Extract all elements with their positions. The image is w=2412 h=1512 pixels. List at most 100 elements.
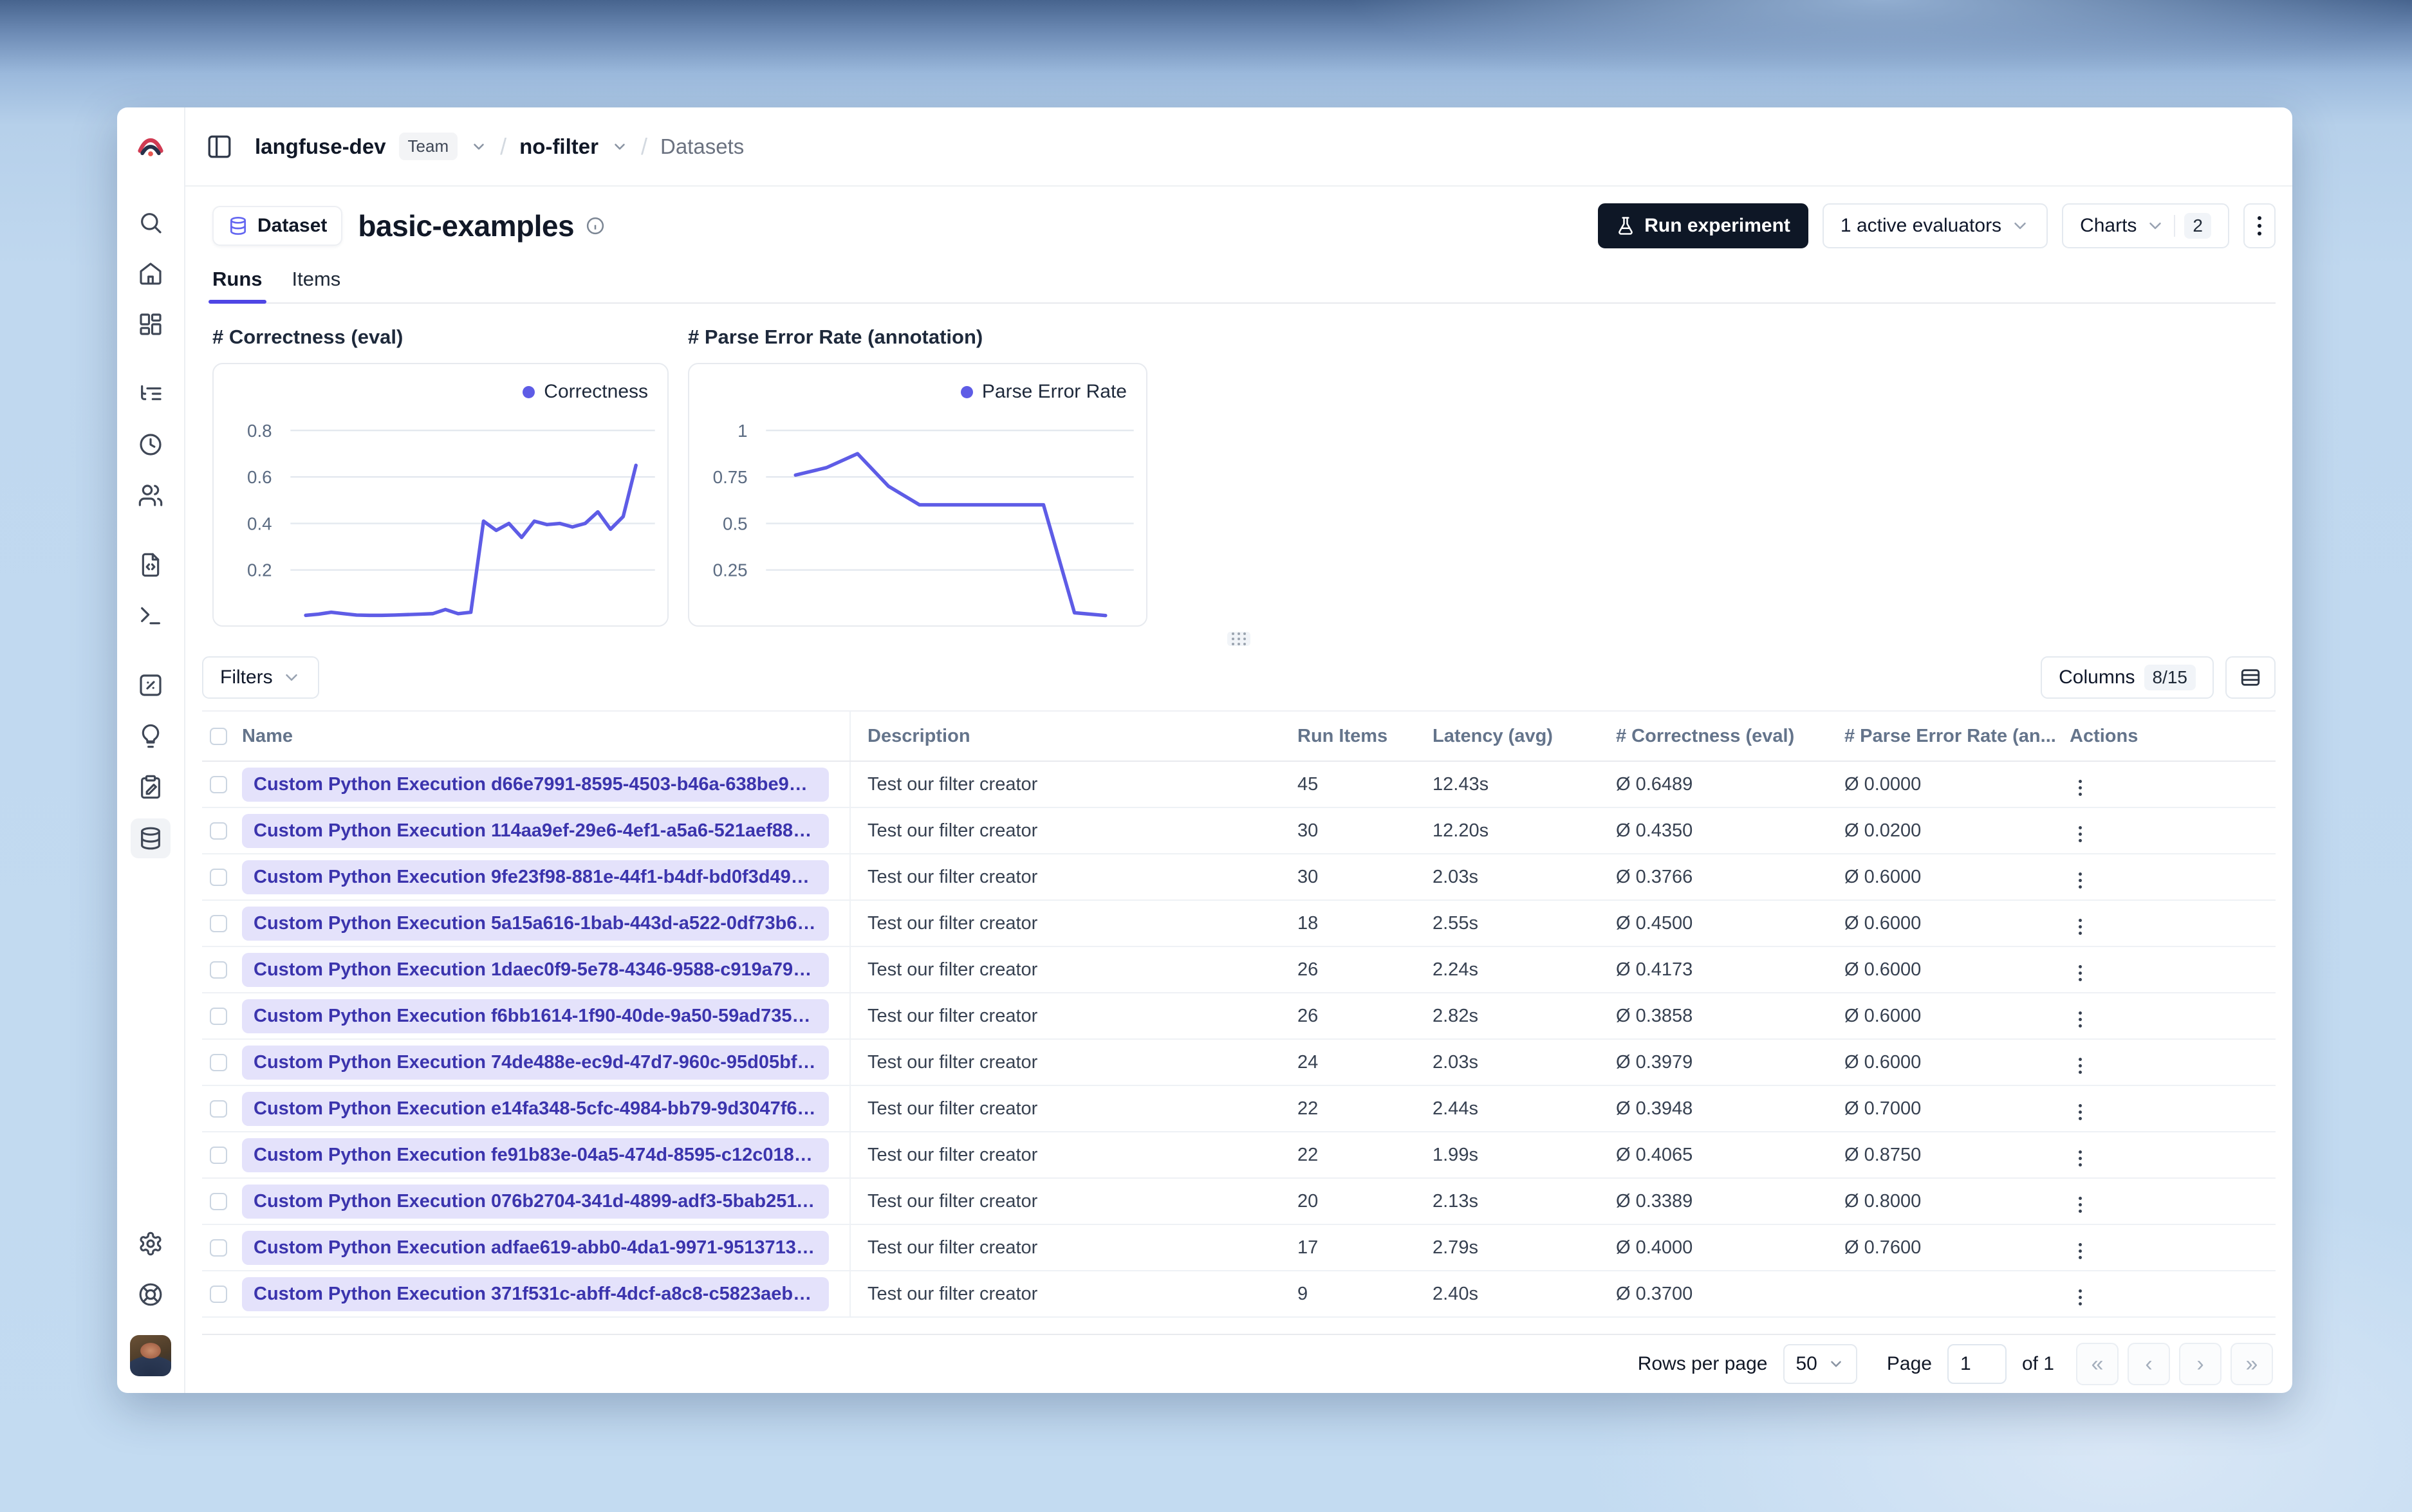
tab-runs[interactable]: Runs xyxy=(209,268,266,304)
row-checkbox[interactable] xyxy=(210,1008,227,1026)
row-actions-kebab-icon[interactable] xyxy=(2070,866,2091,895)
column-header-description[interactable]: Description xyxy=(850,710,1297,762)
rows-per-page-select[interactable]: 50 xyxy=(1783,1344,1857,1384)
sidebar-item-insights[interactable] xyxy=(136,721,165,751)
column-header-latency[interactable]: Latency (avg) xyxy=(1433,710,1616,762)
breadcrumb-project[interactable]: langfuse-dev xyxy=(255,134,386,159)
chart-legend: Correctness xyxy=(523,381,648,403)
sidebar-item-evaluation[interactable] xyxy=(136,670,165,700)
evaluators-label: 1 active evaluators xyxy=(1840,215,2002,236)
sidebar-item-dashboards[interactable] xyxy=(136,309,165,339)
more-actions-button[interactable] xyxy=(2243,203,2276,248)
column-header-correctness[interactable]: # Correctness (eval) xyxy=(1616,710,1844,762)
run-name-link[interactable]: Custom Python Execution 9fe23f98-881e-44… xyxy=(242,860,829,894)
breadcrumb-environment[interactable]: no-filter xyxy=(519,134,598,159)
column-header-run-items[interactable]: Run Items xyxy=(1297,710,1433,762)
row-checkbox[interactable] xyxy=(210,869,227,887)
first-page-button[interactable]: « xyxy=(2076,1343,2119,1385)
run-items-value: 18 xyxy=(1297,900,1433,947)
breadcrumb-section[interactable]: Datasets xyxy=(660,134,744,159)
row-actions-kebab-icon[interactable] xyxy=(2070,820,2091,849)
info-icon[interactable] xyxy=(586,216,605,235)
gear-icon xyxy=(140,1231,162,1256)
run-name-link[interactable]: Custom Python Execution f6bb1614-1f90-40… xyxy=(242,999,829,1033)
row-checkbox[interactable] xyxy=(210,1193,227,1211)
row-height-button[interactable] xyxy=(2225,656,2276,699)
run-parse-error-value: Ø 0.6000 xyxy=(1844,900,2070,947)
dashboard-grid-icon xyxy=(140,313,162,335)
table-row: Custom Python Execution 9fe23f98-881e-44… xyxy=(202,854,2276,901)
run-name-link[interactable]: Custom Python Execution e14fa348-5cfc-49… xyxy=(242,1091,829,1126)
run-correctness-value: Ø 0.4000 xyxy=(1616,1224,1844,1271)
column-header-parse-error[interactable]: # Parse Error Rate (an... xyxy=(1844,710,2070,762)
active-evaluators-button[interactable]: 1 active evaluators xyxy=(1822,203,2048,248)
resize-handle[interactable] xyxy=(1227,632,1250,646)
run-parse-error-value: Ø 0.6000 xyxy=(1844,854,2070,901)
select-all-checkbox[interactable] xyxy=(210,728,227,746)
run-name-link[interactable]: Custom Python Execution 114aa9ef-29e6-4e… xyxy=(242,813,829,848)
home-icon xyxy=(140,263,162,285)
prev-page-button[interactable]: ‹ xyxy=(2128,1343,2170,1385)
row-actions-kebab-icon[interactable] xyxy=(2070,1051,2091,1080)
row-actions-kebab-icon[interactable] xyxy=(2070,1098,2091,1127)
row-actions-kebab-icon[interactable] xyxy=(2070,1237,2091,1266)
tab-items[interactable]: Items xyxy=(292,268,341,302)
charts-count-badge: 2 xyxy=(2184,213,2211,239)
row-actions-kebab-icon[interactable] xyxy=(2070,912,2091,941)
sidebar-rail xyxy=(117,107,185,1393)
row-checkbox[interactable] xyxy=(210,915,227,933)
sidebar-item-users[interactable] xyxy=(136,481,165,510)
langfuse-logo[interactable] xyxy=(136,107,165,187)
run-experiment-button[interactable]: Run experiment xyxy=(1598,203,1808,248)
run-name-link[interactable]: Custom Python Execution fe91b83e-04a5-47… xyxy=(242,1138,829,1172)
column-header-name[interactable]: Name xyxy=(242,710,851,762)
chevron-down-icon[interactable] xyxy=(611,138,628,155)
user-avatar[interactable] xyxy=(130,1335,171,1376)
run-name-link[interactable]: Custom Python Execution 371f531c-abff-4d… xyxy=(242,1277,829,1311)
sidebar-item-playground[interactable] xyxy=(136,601,165,631)
row-checkbox[interactable] xyxy=(210,1239,227,1257)
run-name-link[interactable]: Custom Python Execution 74de488e-ec9d-47… xyxy=(242,1045,829,1080)
row-checkbox[interactable] xyxy=(210,1286,227,1304)
row-checkbox[interactable] xyxy=(210,1147,227,1165)
sidebar-item-support[interactable] xyxy=(136,1280,165,1309)
row-checkbox[interactable] xyxy=(210,776,227,794)
row-checkbox[interactable] xyxy=(210,822,227,840)
row-checkbox[interactable] xyxy=(210,1054,227,1072)
sidebar-item-datasets[interactable] xyxy=(131,818,171,858)
filters-button[interactable]: Filters xyxy=(202,656,319,699)
run-name-link[interactable]: Custom Python Execution adfae619-abb0-4d… xyxy=(242,1230,829,1265)
row-actions-kebab-icon[interactable] xyxy=(2070,1190,2091,1219)
row-checkbox[interactable] xyxy=(210,1100,227,1118)
sidebar-item-home[interactable] xyxy=(136,259,165,288)
sidebar-item-search[interactable] xyxy=(136,208,165,237)
row-actions-kebab-icon[interactable] xyxy=(2070,1144,2091,1173)
run-description: Test our filter creator xyxy=(850,854,1297,901)
last-page-button[interactable]: » xyxy=(2231,1343,2273,1385)
chevron-down-icon[interactable] xyxy=(470,138,487,155)
sidebar-toggle-icon[interactable] xyxy=(206,133,233,160)
chart-title: # Parse Error Rate (annotation) xyxy=(688,326,983,348)
columns-button[interactable]: Columns 8/15 xyxy=(2041,656,2214,699)
svg-text:0.75: 0.75 xyxy=(713,467,748,487)
page-number-input[interactable] xyxy=(1947,1344,2007,1384)
run-name-link[interactable]: Custom Python Execution d66e7991-8595-45… xyxy=(242,767,829,802)
correctness-line-chart: 0.2 0.4 0.6 0.8 xyxy=(214,364,667,625)
sidebar-item-settings[interactable] xyxy=(136,1229,165,1258)
next-page-button[interactable]: › xyxy=(2179,1343,2222,1385)
row-checkbox[interactable] xyxy=(210,961,227,979)
run-name-link[interactable]: Custom Python Execution 1daec0f9-5e78-43… xyxy=(242,952,829,987)
sidebar-item-prompts[interactable] xyxy=(136,550,165,580)
charts-dropdown-button[interactable]: Charts 2 xyxy=(2062,203,2229,248)
row-actions-kebab-icon[interactable] xyxy=(2070,1283,2091,1312)
runs-table: Name Description Run Items Latency (avg)… xyxy=(202,710,2276,1318)
run-name-link[interactable]: Custom Python Execution 5a15a616-1bab-44… xyxy=(242,906,829,941)
run-description: Test our filter creator xyxy=(850,761,1297,808)
row-actions-kebab-icon[interactable] xyxy=(2070,959,2091,988)
sidebar-item-annotation[interactable] xyxy=(136,772,165,802)
run-name-link[interactable]: Custom Python Execution 076b2704-341d-48… xyxy=(242,1184,829,1219)
sidebar-item-tracing[interactable] xyxy=(136,379,165,409)
sidebar-item-sessions[interactable] xyxy=(136,430,165,459)
row-actions-kebab-icon[interactable] xyxy=(2070,773,2091,802)
row-actions-kebab-icon[interactable] xyxy=(2070,1005,2091,1034)
